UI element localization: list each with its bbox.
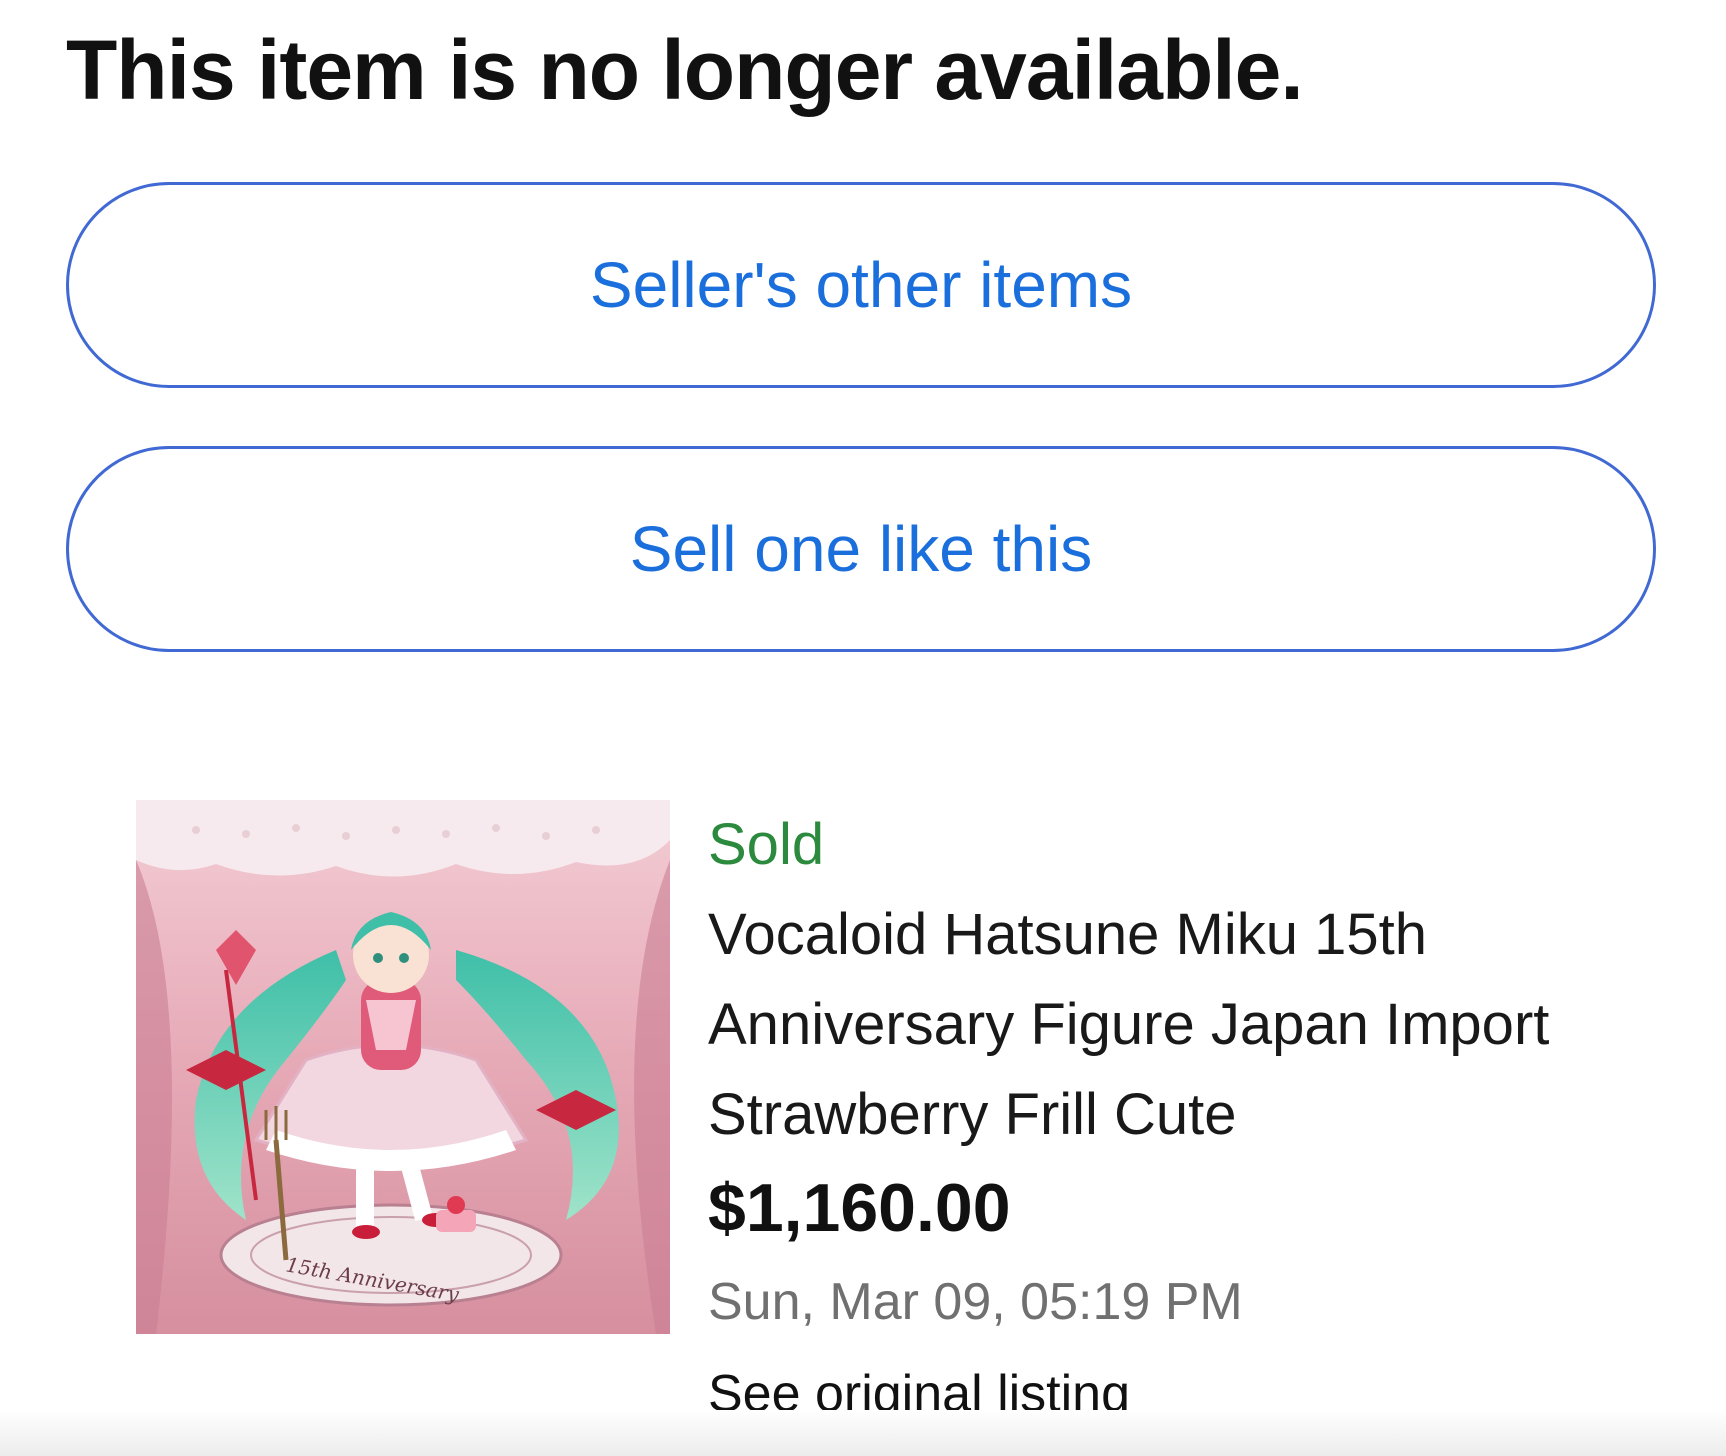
page-title: This item is no longer available.: [66, 23, 1304, 117]
sell-one-like-this-button[interactable]: Sell one like this: [66, 446, 1656, 652]
sold-listing-card: 15th Anniversary Sold Vocaloid Hatsune M…: [136, 800, 1636, 1423]
page: This item is no longer available. Seller…: [0, 0, 1726, 1456]
sold-date: Sun, Mar 09, 05:19 PM: [708, 1273, 1243, 1331]
status-badge: Sold: [708, 812, 825, 877]
listing-info: Sold Vocaloid Hatsune Miku 15th Annivers…: [708, 800, 1608, 1440]
listing-price: $1,160.00: [708, 1170, 1011, 1246]
listing-title: Vocaloid Hatsune Miku 15th Anniversary F…: [708, 902, 1550, 1147]
bottom-fade: [0, 1410, 1726, 1456]
sellers-other-items-button[interactable]: Seller's other items: [66, 182, 1656, 388]
product-thumbnail[interactable]: 15th Anniversary: [136, 800, 670, 1334]
